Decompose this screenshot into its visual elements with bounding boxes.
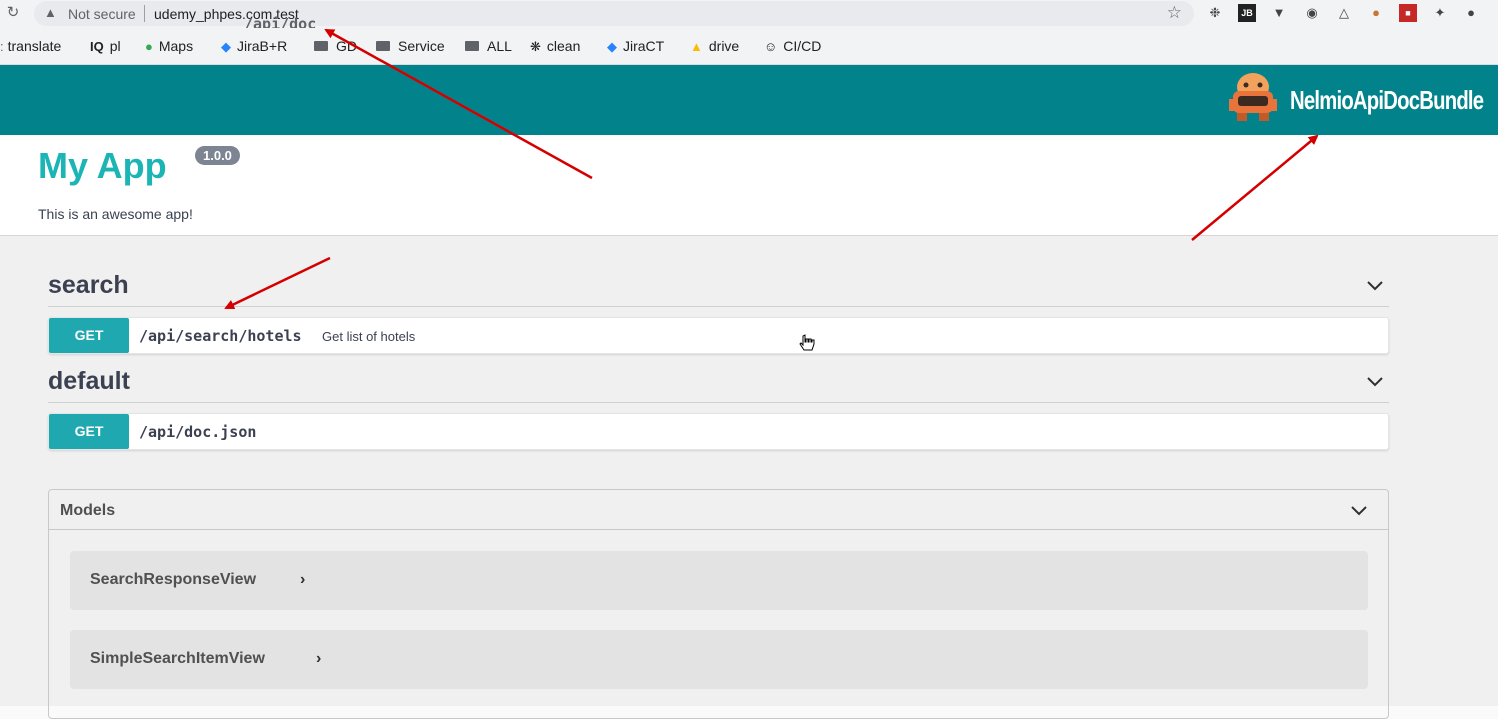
method-badge: GET	[49, 318, 129, 353]
warning-icon[interactable]: ▲	[44, 5, 57, 20]
bookmark-label: Maps	[158, 38, 194, 54]
models-title: Models	[60, 502, 116, 519]
maps-pin-icon: ●	[145, 39, 153, 54]
model-item[interactable]: SimpleSearchItemView ›	[70, 630, 1368, 689]
chevron-down-icon[interactable]	[1366, 372, 1384, 390]
model-name: SimpleSearchItemView	[90, 650, 265, 667]
iq-icon: IQ	[90, 39, 104, 54]
url-text[interactable]: udemy_phpes.com.test/api/doc	[154, 6, 316, 33]
bookmark-service[interactable]: Service	[376, 38, 445, 54]
tag-name: search	[48, 271, 129, 299]
extension-off-icon[interactable]: ◉	[1303, 4, 1321, 22]
chevron-right-icon[interactable]: ›	[300, 571, 305, 589]
api-info: My App 1.0.0 This is an awesome app!	[0, 135, 1498, 236]
translate-icon: :	[0, 39, 4, 54]
bookmark-label: ALL	[487, 38, 512, 54]
bookmark-cicd[interactable]: ☺ CI/CD	[764, 38, 821, 54]
folder-icon	[465, 41, 479, 51]
bookmark-label: drive	[708, 38, 740, 54]
tag-default[interactable]: default	[48, 367, 1389, 403]
bookmark-jiract[interactable]: ◆ JiraCT	[607, 38, 664, 55]
bookmark-label: Service	[398, 38, 445, 54]
operation-path: /api/doc.json	[139, 423, 257, 441]
bookmark-label: JiraCT	[623, 38, 665, 54]
address-bar[interactable]: ▲ Not secure udemy_phpes.com.test/api/do…	[34, 1, 1194, 33]
method-badge: GET	[49, 414, 129, 449]
api-description: This is an awesome app!	[38, 206, 193, 222]
api-doc-topbar: NelmioApiDocBundle	[0, 65, 1498, 135]
browser-toolbar: ↻ ▲ Not secure udemy_phpes.com.test/api/…	[0, 0, 1498, 33]
model-item[interactable]: SearchResponseView ›	[70, 551, 1368, 610]
bookmarks-bar: : translate IQ pl ● Maps ◆ JiraB+R GD Servic…	[0, 28, 1498, 65]
chevron-down-icon[interactable]	[1366, 276, 1384, 294]
api-title: My App	[38, 145, 167, 186]
folder-icon	[376, 41, 390, 51]
model-name: SearchResponseView	[90, 571, 257, 588]
profile-icon[interactable]: ●	[1462, 4, 1480, 22]
reload-icon[interactable]: ↻	[4, 4, 22, 22]
chevron-right-icon[interactable]: ›	[316, 650, 321, 668]
extension-badge-icon[interactable]: ■	[1399, 4, 1417, 22]
operation-summary: Get list of hotels	[322, 329, 416, 344]
bookmark-label: pl	[109, 38, 121, 54]
bookmark-gd[interactable]: GD	[314, 38, 357, 54]
extension-b-icon[interactable]: △	[1335, 4, 1353, 22]
bookmark-all[interactable]: ALL	[465, 38, 512, 54]
operations-area: search GET /api/search/hotels Get list o…	[0, 236, 1498, 719]
bookmark-maps[interactable]: ● Maps	[145, 38, 193, 54]
bookmark-label: translate	[7, 38, 62, 54]
nelmio-robot-logo-icon[interactable]	[1227, 71, 1279, 123]
extension-jb-icon[interactable]: JB	[1238, 4, 1256, 22]
nelmio-logo-text[interactable]: NelmioApiDocBundle	[1290, 85, 1484, 116]
operation-get-search-hotels[interactable]: GET /api/search/hotels Get list of hotel…	[48, 317, 1389, 354]
models-header[interactable]: Models	[49, 490, 1388, 530]
bookmark-star-icon[interactable]: ☆	[1167, 3, 1182, 23]
divider	[144, 5, 145, 22]
tag-search[interactable]: search	[48, 271, 1389, 307]
extension-gear-icon[interactable]: ❉	[1206, 4, 1224, 22]
bookmark-label: GD	[336, 38, 357, 54]
extensions-puzzle-icon[interactable]: ✦	[1431, 4, 1449, 22]
bookmark-label: JiraB+R	[237, 38, 288, 54]
drive-icon: ▲	[690, 39, 703, 54]
bookmark-jirabr[interactable]: ◆ JiraB+R	[221, 38, 287, 55]
avatar-icon: ☺	[764, 39, 778, 54]
models-section: Models SearchResponseView › SimpleSearch…	[48, 489, 1389, 719]
bookmark-drive[interactable]: ▲ drive	[690, 38, 739, 54]
version-badge: 1.0.0	[195, 146, 240, 165]
extension-vue-icon[interactable]: ▼	[1270, 4, 1288, 22]
operation-path: /api/search/hotels	[139, 327, 302, 345]
gear-icon: ❋	[530, 39, 541, 54]
security-label[interactable]: Not secure	[68, 6, 136, 22]
bookmark-clean[interactable]: ❋ clean	[530, 38, 580, 55]
bookmark-pl[interactable]: IQ pl	[90, 38, 121, 54]
bookmark-translate[interactable]: : translate	[0, 38, 61, 54]
hand-cursor-icon	[799, 334, 815, 351]
extension-cookie-icon[interactable]: ●	[1367, 4, 1385, 22]
bookmark-label: clean	[546, 38, 581, 54]
jira-icon: ◆	[607, 39, 617, 54]
bookmark-label: CI/CD	[783, 38, 822, 54]
jira-icon: ◆	[221, 39, 231, 54]
chevron-down-icon[interactable]	[1350, 501, 1368, 519]
folder-icon	[314, 41, 328, 51]
operation-get-doc-json[interactable]: GET /api/doc.json	[48, 413, 1389, 450]
tag-name: default	[48, 367, 130, 395]
